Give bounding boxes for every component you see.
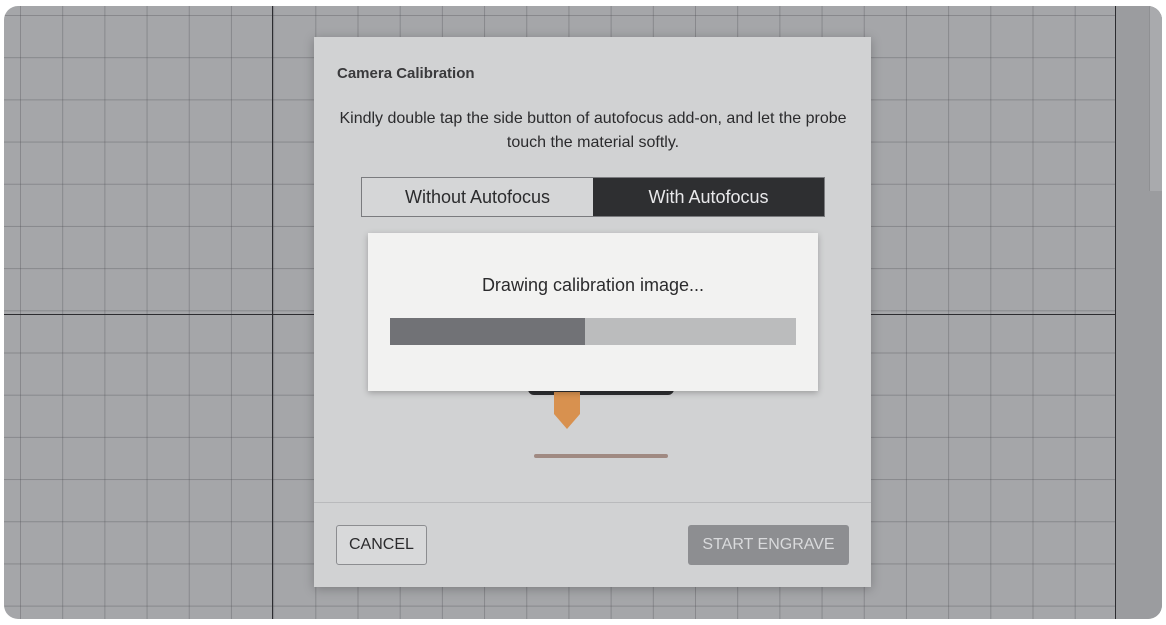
progress-bar bbox=[390, 318, 796, 345]
dialog-title: Camera Calibration bbox=[337, 65, 475, 82]
cancel-button[interactable]: CANCEL bbox=[336, 525, 427, 565]
dialog-description: Kindly double tap the side button of aut… bbox=[339, 110, 847, 151]
start-engrave-button[interactable]: START ENGRAVE bbox=[688, 525, 849, 565]
probe-icon bbox=[554, 392, 580, 429]
with-autofocus-option[interactable]: With Autofocus bbox=[593, 178, 824, 216]
progress-message: Drawing calibration image... bbox=[481, 275, 705, 295]
progress-bar-fill bbox=[390, 318, 585, 345]
material-surface-illustration bbox=[534, 454, 668, 458]
grid-axis-line bbox=[272, 6, 273, 619]
without-autofocus-option[interactable]: Without Autofocus bbox=[362, 178, 593, 216]
footer-divider bbox=[314, 502, 871, 503]
scrollbar-track[interactable] bbox=[1116, 6, 1162, 619]
progress-popup: Drawing calibration image... bbox=[368, 233, 818, 391]
scrollbar-thumb[interactable] bbox=[1149, 6, 1162, 191]
autofocus-mode-toggle: Without Autofocus With Autofocus bbox=[361, 177, 825, 217]
